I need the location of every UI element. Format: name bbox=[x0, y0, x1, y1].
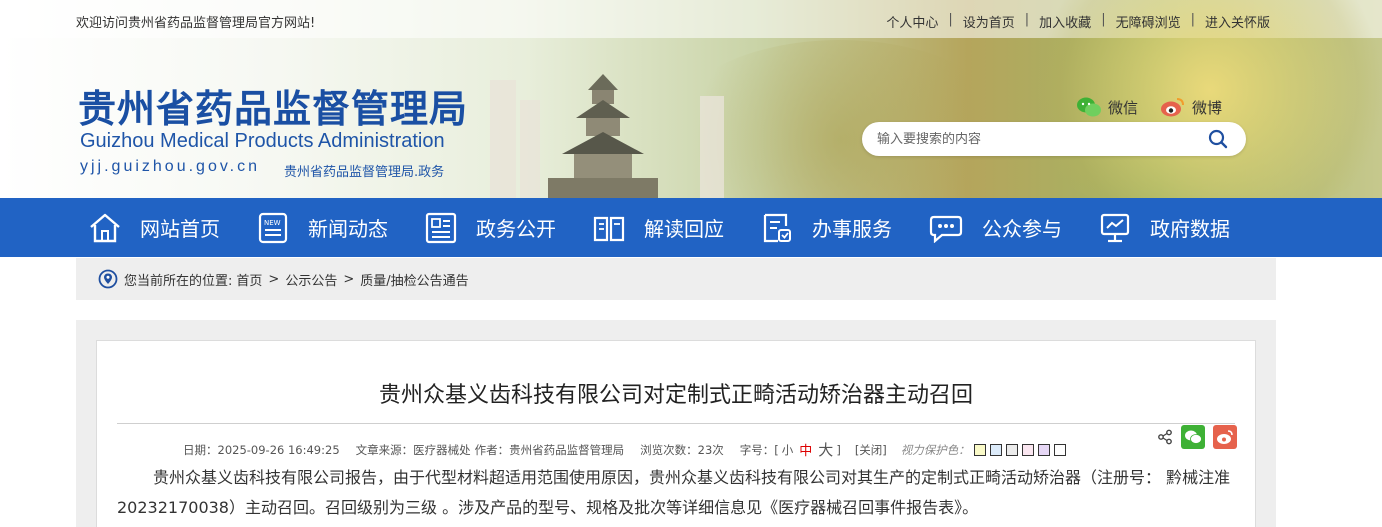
wechat-icon bbox=[1185, 430, 1202, 444]
share-icon[interactable] bbox=[1157, 429, 1173, 445]
service-icon bbox=[763, 213, 791, 242]
wechat-link[interactable]: 微信 bbox=[1076, 96, 1138, 118]
svg-text:NEW: NEW bbox=[264, 219, 281, 227]
separator: | bbox=[1101, 12, 1106, 27]
close-button[interactable]: [关闭] bbox=[855, 442, 887, 458]
share-bar bbox=[1157, 425, 1237, 449]
nav-label: 办事服务 bbox=[812, 217, 892, 241]
top-links: 个人中心 | 设为首页 | 加入收藏 | 无障碍浏览 | 进入关怀版 bbox=[886, 12, 1270, 31]
eye-color-swatch[interactable] bbox=[1021, 443, 1034, 456]
site-domain-label: 贵州省药品监督管理局.政务 bbox=[284, 165, 445, 180]
content-area: 贵州众基义齿科技有限公司对定制式正畸活动矫治器主动召回 日期：2025-09-2… bbox=[76, 320, 1276, 527]
separator: | bbox=[1190, 12, 1195, 27]
nav-label: 网站首页 bbox=[140, 217, 220, 241]
nav-label: 政府数据 bbox=[1150, 217, 1230, 241]
document-icon bbox=[425, 212, 457, 243]
site-logo-chinese[interactable]: 贵州省药品监督管理局 bbox=[78, 78, 468, 133]
article-source: 文章来源：医疗器械处 bbox=[355, 442, 471, 457]
link-add-favorite[interactable]: 加入收藏 bbox=[1039, 12, 1091, 31]
font-size-medium[interactable]: 中 bbox=[799, 440, 812, 459]
font-size-small[interactable]: 小 bbox=[782, 442, 794, 458]
wechat-icon bbox=[1077, 97, 1101, 117]
eye-color-swatch[interactable] bbox=[1053, 443, 1066, 456]
eye-color-swatch[interactable] bbox=[989, 443, 1002, 456]
nav-item-participation[interactable]: 公众参与 bbox=[928, 198, 1062, 257]
pagoda-illustration bbox=[548, 74, 658, 198]
font-size-large[interactable]: 大 bbox=[818, 439, 833, 460]
nav-label: 政务公开 bbox=[476, 217, 556, 241]
title-divider bbox=[117, 423, 1235, 424]
data-icon bbox=[1100, 213, 1130, 242]
link-personal-center[interactable]: 个人中心 bbox=[886, 12, 938, 31]
separator: | bbox=[1024, 12, 1030, 27]
site-header: 欢迎访问贵州省药品监督管理局官方网站! 个人中心 | 设为首页 | 加入收藏 |… bbox=[0, 0, 1382, 198]
book-icon bbox=[593, 216, 625, 241]
scenery-building bbox=[520, 100, 540, 198]
link-accessibility[interactable]: 无障碍浏览 bbox=[1116, 12, 1181, 31]
nav-label: 新闻动态 bbox=[308, 217, 388, 241]
scenery-building bbox=[490, 80, 516, 198]
nav-item-interpretation[interactable]: 解读回应 bbox=[592, 198, 724, 257]
weibo-icon bbox=[1161, 98, 1185, 117]
breadcrumb-prefix: 您当前所在的位置: bbox=[124, 273, 233, 289]
article-title: 贵州众基义齿科技有限公司对定制式正畸活动矫治器主动召回 bbox=[378, 383, 973, 408]
eye-color-swatch[interactable] bbox=[1005, 443, 1018, 456]
link-set-homepage[interactable]: 设为首页 bbox=[963, 12, 1015, 31]
search-icon[interactable] bbox=[1208, 129, 1228, 149]
breadcrumb: 您当前所在的位置: 首页 > 公示公告 > 质量/抽检公告通告 bbox=[76, 258, 1276, 300]
link-care-version[interactable]: 进入关怀版 bbox=[1205, 12, 1270, 31]
site-logo-english: Guizhou Medical Products Administration bbox=[80, 130, 445, 152]
news-icon: NEW bbox=[258, 212, 288, 243]
weibo-label: 微博 bbox=[1192, 98, 1223, 117]
article-body: 贵州众基义齿科技有限公司报告，由于代型材料超适用范围使用原因，贵州众基义齿科技有… bbox=[117, 468, 1231, 517]
nav-item-gov-affairs[interactable]: 政务公开 bbox=[424, 198, 556, 257]
share-weibo-button[interactable] bbox=[1213, 425, 1237, 449]
site-url: yjj.guizhou.gov.cn bbox=[80, 158, 260, 175]
social-links: 微信 微博 bbox=[1076, 96, 1244, 118]
eye-protection-label: 视力保护色： bbox=[900, 442, 970, 457]
article-meta: 日期：2025-09-26 16:49:25 文章来源：医疗器械处 作者：贵州省… bbox=[183, 439, 1066, 460]
eye-color-swatch[interactable] bbox=[1037, 443, 1050, 456]
nav-item-news[interactable]: NEW 新闻动态 bbox=[256, 198, 388, 257]
wechat-label: 微信 bbox=[1108, 98, 1139, 117]
location-icon bbox=[98, 269, 118, 289]
nav-label: 公众参与 bbox=[982, 217, 1062, 241]
chat-icon bbox=[929, 215, 963, 243]
breadcrumb-quality-notices[interactable]: 质量/抽检公告通告 bbox=[360, 270, 468, 289]
breadcrumb-announcements[interactable]: 公示公告 bbox=[285, 270, 337, 289]
breadcrumb-home[interactable]: 首页 bbox=[236, 270, 262, 289]
article-date: 日期：2025-09-26 16:49:25 bbox=[183, 442, 340, 457]
nav-item-services[interactable]: 办事服务 bbox=[760, 198, 892, 257]
separator: | bbox=[948, 12, 953, 27]
font-size-label: 字号：[ bbox=[739, 442, 779, 457]
article-author: 作者：贵州省药品监督管理局 bbox=[474, 442, 625, 457]
home-icon bbox=[90, 213, 120, 242]
search-input[interactable] bbox=[877, 131, 1197, 147]
search-box bbox=[862, 122, 1246, 156]
nav-label: 解读回应 bbox=[644, 217, 724, 241]
nav-item-home[interactable]: 网站首页 bbox=[88, 198, 220, 257]
font-size-end: ] bbox=[836, 442, 841, 457]
breadcrumb-separator: > bbox=[343, 271, 355, 287]
eye-color-swatch[interactable] bbox=[973, 443, 986, 456]
main-nav: 网站首页 NEW 新闻动态 政务公开 解读回应 办事服务 公众参与 政府数据 bbox=[0, 198, 1382, 257]
weibo-link[interactable]: 微博 bbox=[1160, 96, 1222, 118]
weibo-icon bbox=[1217, 430, 1233, 444]
welcome-text: 欢迎访问贵州省药品监督管理局官方网站! bbox=[76, 16, 316, 31]
share-wechat-button[interactable] bbox=[1181, 425, 1205, 449]
scenery-building bbox=[700, 96, 724, 198]
article-views: 浏览次数：23次 bbox=[640, 442, 724, 457]
breadcrumb-separator: > bbox=[268, 271, 280, 287]
nav-item-gov-data[interactable]: 政府数据 bbox=[1098, 198, 1230, 257]
article-card: 贵州众基义齿科技有限公司对定制式正畸活动矫治器主动召回 日期：2025-09-2… bbox=[96, 340, 1256, 527]
